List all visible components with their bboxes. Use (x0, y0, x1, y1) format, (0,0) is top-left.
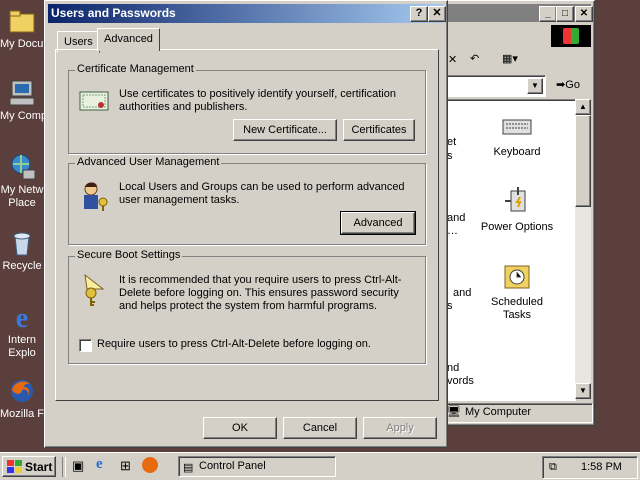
status-bar: 🖥 My Computer (444, 403, 593, 423)
toolbar: ✕ ↶ ▦▾ (444, 49, 591, 73)
clipped-label: and (453, 287, 472, 299)
address-bar[interactable]: ▼ (444, 75, 546, 97)
undo-icon[interactable]: ↶ (470, 52, 479, 65)
network-icon (11, 154, 36, 180)
firefox-icon[interactable] (142, 457, 158, 473)
cp-item-power-options[interactable]: Power Options (472, 185, 562, 234)
desktop-icon-recycle[interactable]: Recycle (0, 228, 44, 272)
ctrl-alt-delete-label[interactable]: Require users to press Ctrl-Alt-Delete b… (97, 338, 371, 350)
windows-flag-icon (7, 460, 22, 473)
keyboard-icon (502, 119, 532, 135)
key-icon (84, 273, 105, 306)
minimize-button[interactable]: _ (539, 6, 557, 22)
windows-logo (551, 25, 591, 47)
ok-button[interactable]: OK (203, 417, 277, 439)
show-desktop-icon[interactable]: ▣ (72, 458, 84, 474)
clipped-label: and (447, 212, 466, 224)
advanced-button[interactable]: Advanced (340, 211, 416, 235)
chevron-down-icon[interactable]: ▼ (527, 78, 543, 94)
group-label: Secure Boot Settings (75, 249, 183, 261)
certificates-button[interactable]: Certificates (343, 119, 415, 141)
certificate-icon (79, 91, 109, 111)
desktop-icon-my-documents[interactable]: My Docum (0, 6, 44, 50)
internet-explorer-icon: e (16, 303, 28, 332)
advanced-user-description: Local Users and Groups can be used to pe… (119, 181, 405, 206)
vertical-scrollbar[interactable]: ▲ ▼ (575, 99, 591, 399)
cp-item-keyboard[interactable]: Keyboard (472, 110, 562, 159)
group-label: Certificate Management (75, 63, 196, 75)
network-status-icon[interactable]: ⧉ (549, 458, 557, 477)
system-tray: ⧉ 1:58 PM (542, 456, 638, 479)
folder-documents-icon (9, 10, 35, 33)
group-secure-boot-settings: Secure Boot Settings It is recommended t… (68, 249, 426, 364)
scroll-down-button[interactable]: ▼ (575, 383, 591, 399)
maximize-button[interactable]: □ (556, 6, 574, 22)
group-advanced-user-management: Advanced User Management Local Users and… (68, 156, 426, 245)
go-button[interactable]: ➡Go (549, 75, 587, 95)
start-button[interactable]: Start (2, 456, 56, 477)
views-icon[interactable]: ▦▾ (502, 52, 518, 65)
clipped-label: vords (447, 375, 474, 387)
desktop-icon-network[interactable]: My Netw Place (0, 152, 44, 210)
recycle-bin-icon (13, 232, 31, 256)
help-button[interactable]: ? (410, 6, 428, 22)
clipped-label: et (447, 136, 457, 148)
apply-button[interactable]: Apply (363, 417, 437, 439)
close-button[interactable]: ✕ (575, 6, 593, 22)
internet-explorer-icon[interactable]: e (96, 456, 103, 473)
close-button[interactable]: ✕ (428, 6, 446, 22)
cp-item-scheduled-tasks[interactable]: Scheduled Tasks (472, 260, 562, 322)
clock[interactable]: 1:58 PM (581, 458, 622, 477)
computer-icon: 🖥 (447, 406, 461, 418)
secure-boot-description: It is recommended that you require users… (119, 274, 402, 312)
group-certificate-management: Certificate Management Use certificates … (68, 63, 426, 154)
new-certificate-button[interactable]: New Certificate... (233, 119, 337, 141)
cancel-button[interactable]: Cancel (283, 417, 357, 439)
delete-icon[interactable]: ✕ (448, 53, 457, 66)
power-options-icon (505, 187, 526, 212)
scheduled-tasks-icon (504, 265, 530, 289)
tab-advanced[interactable]: Advanced (97, 28, 160, 51)
icon-pane: et s and … and s nd vords Keyboard Power… (444, 99, 576, 401)
go-arrow-icon: ➡ (556, 79, 566, 91)
desktop-icon-internet-explorer[interactable]: e Intern Explo (0, 302, 44, 360)
users-key-icon (84, 182, 108, 211)
group-label: Advanced User Management (75, 156, 222, 168)
computer-icon (9, 80, 35, 106)
taskbar-item-control-panel[interactable]: ▤ Control Panel (178, 456, 336, 477)
users-passwords-dialog: Users and Passwords ? ✕ Users Advanced C… (44, 0, 448, 448)
cert-description: Use certificates to positively identify … (119, 88, 396, 113)
divider (62, 457, 66, 477)
tab-page-advanced: Certificate Management Use certificates … (55, 49, 439, 401)
desktop: My Docum My Comp My Netw Place Recycle e… (0, 0, 640, 452)
desktop-icon-my-computer[interactable]: My Comp (0, 78, 44, 122)
firefox-icon (11, 380, 33, 402)
control-panel-icon: ▤ (183, 462, 194, 474)
control-panel-window[interactable]: _ □ ✕ ✕ ↶ ▦▾ ▼ ➡Go et s and … and s nd v… (440, 0, 595, 426)
network-icon[interactable]: ⊞ (120, 458, 131, 474)
taskbar: Start ▣ e ⊞ ▤ Control Panel ⧉ 1:58 PM (0, 452, 640, 480)
ctrl-alt-delete-checkbox[interactable] (79, 339, 92, 352)
desktop-icon-firefox[interactable]: Mozilla Fi (0, 376, 44, 420)
scroll-thumb[interactable] (575, 115, 591, 207)
dialog-titlebar[interactable]: Users and Passwords (48, 4, 444, 23)
scroll-up-button[interactable]: ▲ (575, 99, 591, 115)
clipped-label: nd (447, 362, 460, 374)
clipped-label: … (447, 225, 458, 237)
svg-text:e: e (16, 303, 28, 332)
